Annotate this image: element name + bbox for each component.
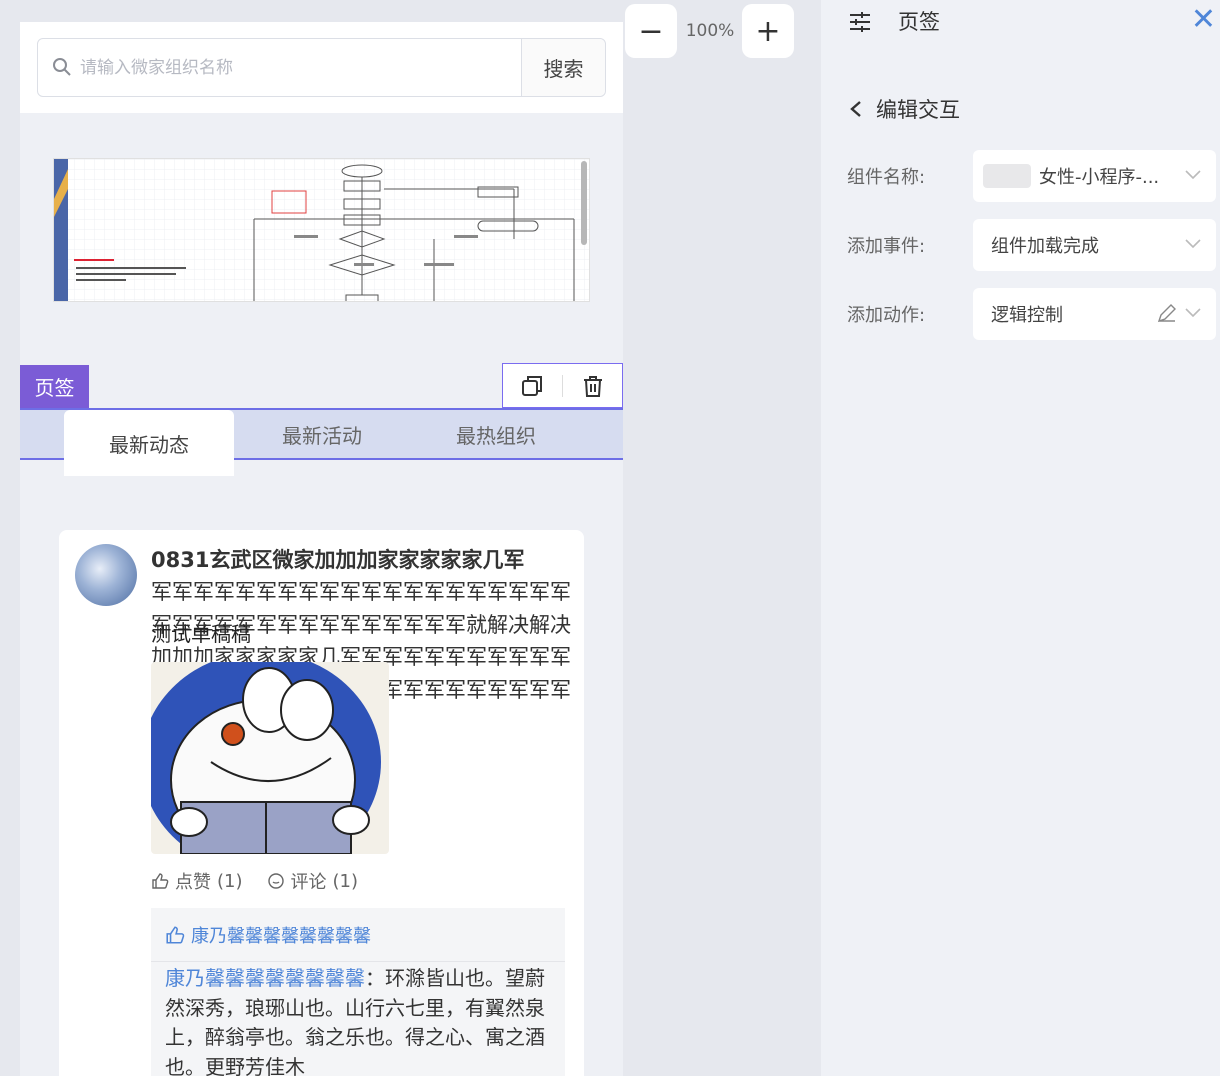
post-overlay-text: 测试单稿稿 <box>151 622 251 646</box>
tab-latest-news[interactable]: 最新动态 <box>64 410 234 476</box>
field-add-action: 添加动作: 逻辑控制 <box>847 288 1216 340</box>
action-value: 逻辑控制 <box>991 305 1063 326</box>
comment-count: (1) <box>332 870 359 892</box>
action-select[interactable]: 逻辑控制 <box>973 288 1216 340</box>
field-label: 组件名称: <box>847 167 926 188</box>
liked-by-name[interactable]: 康乃馨馨馨馨馨馨馨馨 <box>191 922 371 948</box>
field-label: 添加动作: <box>847 305 926 326</box>
toolbar-divider <box>561 374 563 397</box>
search-input[interactable] <box>80 45 520 90</box>
field-label: 添加事件: <box>847 236 926 257</box>
zoom-out-button[interactable]: − <box>625 4 677 58</box>
avatar <box>75 544 137 606</box>
search-button[interactable]: 搜索 <box>521 39 605 96</box>
panel-title: 页签 <box>898 10 940 34</box>
settings-sliders-icon <box>850 12 870 32</box>
component-name-value: 女性-小程序-... <box>1039 167 1160 188</box>
event-select[interactable]: 组件加载完成 <box>973 219 1216 271</box>
back-button[interactable]: 编辑交互 <box>848 94 960 124</box>
chevron-down-icon <box>1185 170 1201 180</box>
edit-icon[interactable] <box>1156 302 1178 324</box>
comment-item: 康乃馨馨馨馨馨馨馨馨：环滁皆山也。望蔚然深秀，琅琊山也。山行六七里，有翼然泉上，… <box>151 962 565 1076</box>
chevron-down-icon <box>1185 308 1201 318</box>
zoom-control: − 100% + <box>625 4 795 58</box>
image-scrollbar[interactable] <box>581 161 587 245</box>
tab-latest-activities[interactable]: 最新活动 <box>250 410 394 458</box>
doraemon-reading-image[interactable] <box>151 662 389 854</box>
comment-author[interactable]: 康乃馨馨馨馨馨馨馨馨 <box>165 966 365 990</box>
redacted-text <box>983 164 1031 188</box>
zoom-level: 100% <box>685 21 735 41</box>
component-toolbar <box>502 363 623 408</box>
flowchart-image <box>53 158 590 302</box>
chevron-down-icon <box>1185 239 1201 249</box>
back-label: 编辑交互 <box>876 98 960 122</box>
comment-label: 评论 <box>290 872 327 893</box>
tab-bar: 最新动态 最新活动 最热组织 <box>20 408 623 476</box>
comment-button[interactable]: 评论 (1) <box>267 868 359 894</box>
liked-by-row: 康乃馨馨馨馨馨馨馨馨 <box>151 908 565 962</box>
post-card: 0831玄武区微家加加加家家家家家几军 军军军军军军军军军军军军军军军军军军军军… <box>59 530 584 1076</box>
chevron-left-icon <box>850 101 861 117</box>
close-icon[interactable]: ✕ <box>1191 2 1216 38</box>
zoom-in-button[interactable]: + <box>742 4 794 58</box>
page-preview: 搜索 <box>20 22 623 1076</box>
tab-hottest-orgs[interactable]: 最热组织 <box>424 410 568 458</box>
post-title: 0831玄武区微家加加加家家家家家几军 <box>151 548 525 572</box>
delete-icon[interactable] <box>580 373 606 399</box>
copy-icon[interactable] <box>519 373 545 399</box>
component-tag-label: 页签 <box>20 365 89 408</box>
like-button[interactable]: 点赞 (1) <box>151 868 243 894</box>
search-bar: 搜索 <box>20 22 623 113</box>
properties-panel: 页签 ✕ 编辑交互 组件名称: 女性-小程序-... 添加事件: 组件加载完成 … <box>821 0 1220 1076</box>
comments-section: 康乃馨馨馨馨馨馨馨馨 康乃馨馨馨馨馨馨馨馨：环滁皆山也。望蔚然深秀，琅琊山也。山… <box>151 908 565 1076</box>
field-component-name: 组件名称: 女性-小程序-... <box>847 150 1216 202</box>
search-icon <box>53 58 71 76</box>
thumbs-up-icon <box>152 873 169 889</box>
component-name-select[interactable]: 女性-小程序-... <box>973 150 1216 202</box>
search-box: 搜索 <box>37 38 606 97</box>
like-label: 点赞 <box>175 872 211 893</box>
like-count: (1) <box>217 870 243 892</box>
field-add-event: 添加事件: 组件加载完成 <box>847 219 1216 271</box>
comment-icon <box>267 873 284 889</box>
thumbs-up-icon <box>166 925 185 944</box>
event-value: 组件加载完成 <box>991 236 1099 257</box>
post-actions: 点赞 (1) 评论 (1) <box>151 868 358 894</box>
